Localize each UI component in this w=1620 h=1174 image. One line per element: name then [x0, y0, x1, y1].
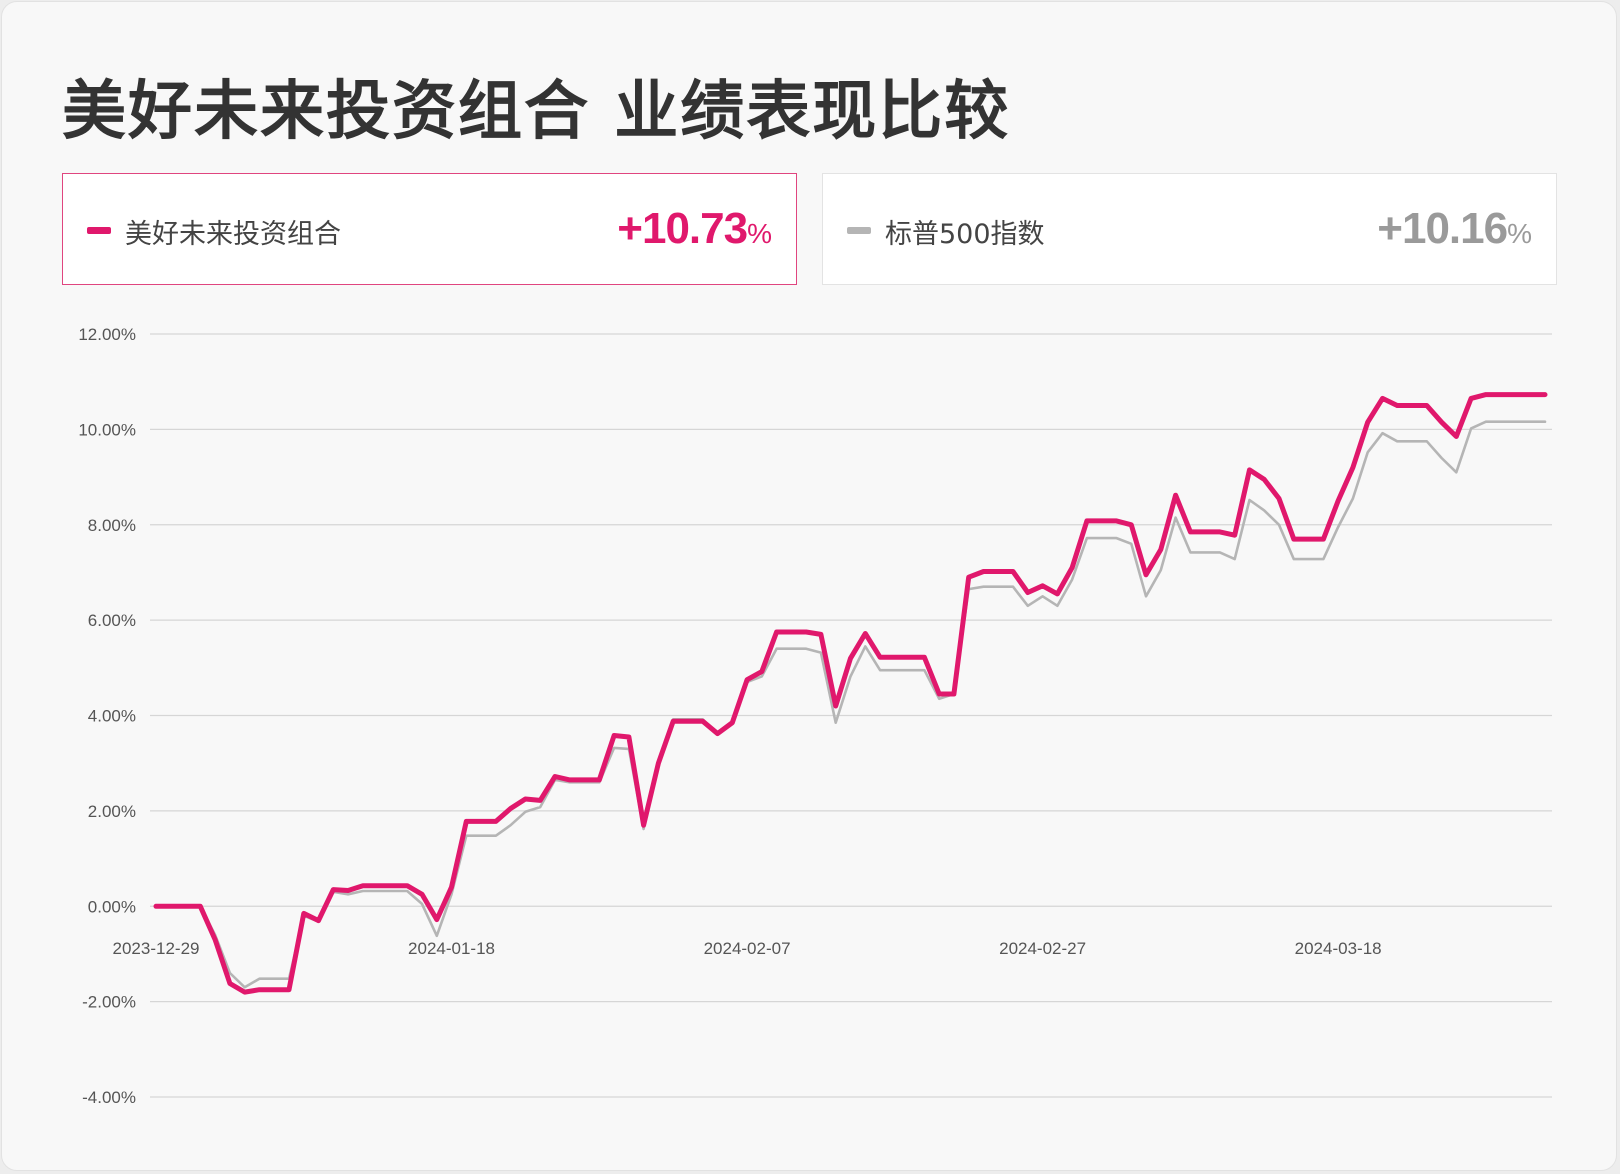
y-tick-label: -4.00% — [82, 1088, 136, 1107]
y-tick-label: 2.00% — [88, 802, 136, 821]
x-tick-label: 2024-02-27 — [999, 939, 1086, 958]
y-tick-label: 6.00% — [88, 611, 136, 630]
x-tick-label: 2024-02-07 — [704, 939, 791, 958]
y-tick-label: -2.00% — [82, 993, 136, 1012]
y-tick-label: 10.00% — [78, 420, 136, 439]
series-line-portfolio — [153, 392, 1548, 995]
y-tick-label: 8.00% — [88, 516, 136, 535]
y-tick-label: 0.00% — [88, 897, 136, 916]
x-tick-label: 2024-01-18 — [408, 939, 495, 958]
x-tick-label: 2024-03-18 — [1295, 939, 1382, 958]
x-tick-label: 2023-12-29 — [113, 939, 200, 958]
y-tick-label: 12.00% — [78, 325, 136, 344]
y-tick-label: 4.00% — [88, 707, 136, 726]
line-chart: -4.00% -2.00% 0.00% 2.00% 4.00% 6.00% 8.00% 10.… — [78, 325, 1552, 1107]
